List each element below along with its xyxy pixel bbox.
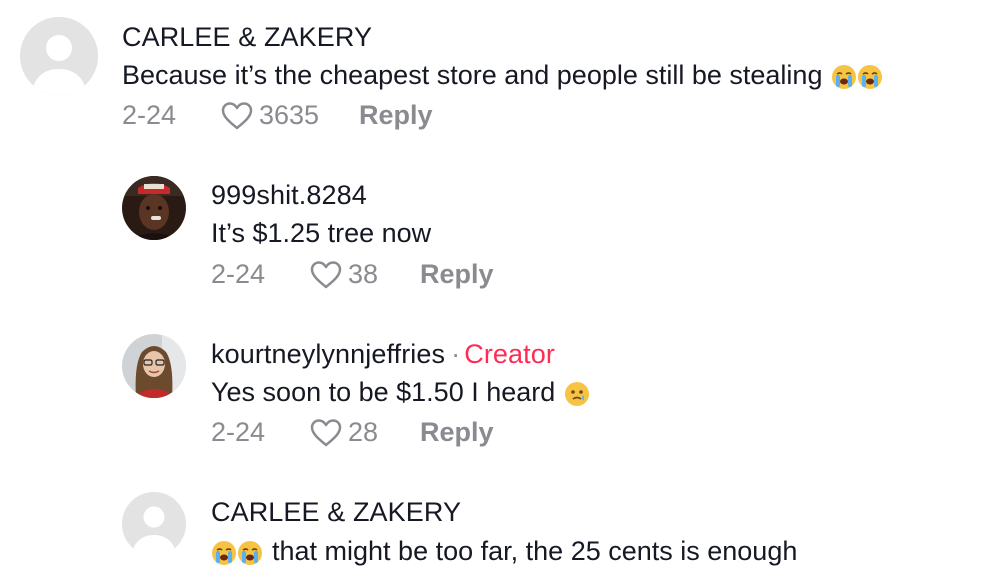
avatar[interactable] <box>122 176 186 240</box>
user-photo-avatar <box>122 176 186 240</box>
loudly-crying-face-icon <box>831 60 857 91</box>
loudly-crying-face-icon <box>237 536 263 567</box>
reply-comment: kourtneylynnjeffries · Creator Yes soon to… <box>0 320 996 470</box>
comment-date: 2-24 <box>211 417 266 447</box>
comment-text: Yes soon to be $1.50 I heard <box>211 377 590 408</box>
heart-icon <box>221 101 253 129</box>
loudly-crying-face-icon <box>211 536 237 567</box>
reply-button[interactable]: Reply <box>420 417 494 448</box>
comment-username[interactable]: CARLEE & ZAKERY <box>211 497 461 528</box>
comment-body: Yes soon to be $1.50 I heard <box>211 377 556 407</box>
heart-icon <box>310 260 342 288</box>
avatar[interactable] <box>122 492 186 556</box>
avatar[interactable] <box>20 17 98 95</box>
default-avatar-icon <box>20 17 98 95</box>
reply-button[interactable]: Reply <box>359 100 433 131</box>
heart-icon <box>310 418 342 446</box>
reply-comment: 999shit.8284 It’s $1.25 tree now 2-24 38… <box>0 160 996 310</box>
comment-username: kourtneylynnjeffries · Creator <box>211 339 555 370</box>
comment-body: Because it’s the cheapest store and peop… <box>122 60 823 90</box>
user-photo-avatar <box>122 334 186 398</box>
comment-username[interactable]: 999shit.8284 <box>211 180 367 211</box>
comment-body: It’s $1.25 tree now <box>211 218 432 248</box>
comment-meta: 2-24 3635 Reply <box>122 100 433 131</box>
like-count: 38 <box>348 259 379 289</box>
like-button[interactable]: 3635 <box>220 100 329 131</box>
comment-text: It’s $1.25 tree now <box>211 218 431 249</box>
default-avatar-icon <box>122 492 186 556</box>
like-button[interactable]: 28 <box>309 417 388 448</box>
comment-text: that might be too far, the 25 cents is e… <box>211 536 797 567</box>
loudly-crying-face-icon <box>857 60 883 91</box>
like-button[interactable]: 38 <box>309 259 388 290</box>
like-count: 3635 <box>259 100 320 130</box>
comment-meta: 2-24 28 Reply <box>211 417 494 448</box>
comment-date: 2-24 <box>122 100 177 130</box>
comment-username[interactable]: CARLEE & ZAKERY <box>122 22 372 53</box>
reply-comment: CARLEE & ZAKERY that might be too far, t… <box>0 478 996 578</box>
comment: CARLEE & ZAKERY Because it’s the cheapes… <box>0 0 996 150</box>
face-holding-back-tears-icon <box>564 377 590 408</box>
comment-meta: 2-24 38 Reply <box>211 259 494 290</box>
creator-separator: · <box>451 339 461 369</box>
creator-badge: Creator <box>464 339 555 369</box>
comment-date: 2-24 <box>211 259 266 289</box>
creator-username[interactable]: kourtneylynnjeffries <box>211 339 445 369</box>
like-count: 28 <box>348 417 379 447</box>
comment-text: Because it’s the cheapest store and peop… <box>122 60 883 91</box>
avatar[interactable] <box>122 334 186 398</box>
reply-button[interactable]: Reply <box>420 259 494 290</box>
comment-body: that might be too far, the 25 cents is e… <box>272 536 798 566</box>
